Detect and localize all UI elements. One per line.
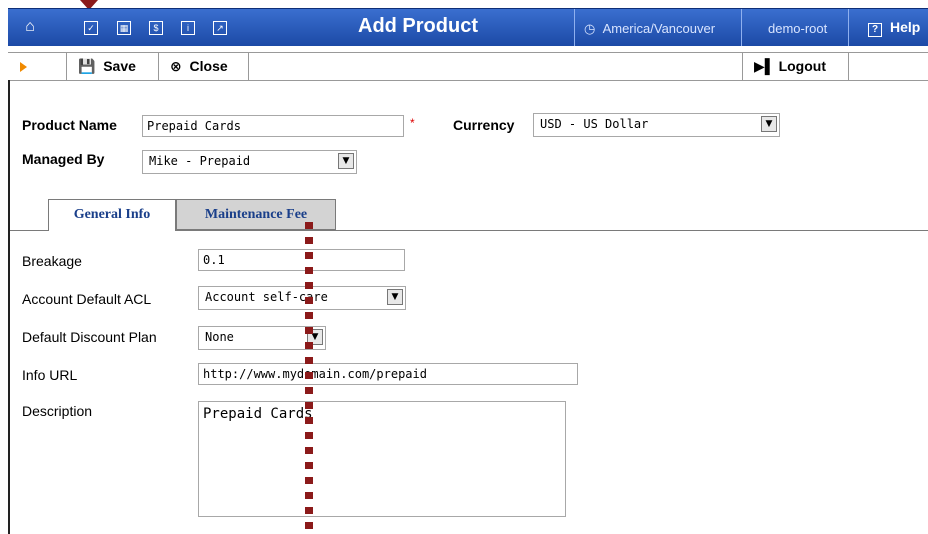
chevron-down-icon[interactable]: ▼ [387, 289, 403, 305]
floppy-icon: 💾 [78, 58, 96, 74]
page-title: Add Product [358, 15, 478, 37]
acl-select[interactable]: Account self-care ▼ [198, 286, 406, 310]
checklist-icon[interactable]: ✓ [84, 21, 98, 35]
timezone-link[interactable]: ◷ America/Vancouver [584, 21, 715, 37]
clock-icon: ◷ [584, 21, 596, 36]
discount-plan-label: Default Discount Plan [22, 329, 157, 345]
logout-icon: ▶▌ [754, 58, 775, 74]
currency-label: Currency [453, 117, 515, 133]
close-button[interactable]: ⊗ Close [170, 53, 228, 80]
header-bar: ⌂ ✓ ▦ $ i ↗ Add Product ◷ America/Vancou… [8, 8, 928, 46]
currency-select[interactable]: USD - US Dollar ▼ [533, 113, 780, 137]
description-textarea[interactable]: Prepaid Cards [198, 401, 566, 517]
user-link[interactable]: demo-root [768, 21, 827, 36]
description-label: Description [22, 403, 93, 419]
product-name-input[interactable]: Prepaid Cards [142, 115, 404, 137]
grid-icon[interactable]: ▦ [117, 21, 131, 35]
close-icon: ⊗ [170, 58, 182, 74]
tab-general-info[interactable]: General Info [48, 199, 176, 231]
dollar-icon[interactable]: $ [149, 21, 163, 35]
managed-by-label: Managed By [22, 151, 105, 167]
toolbar: 💾 Save ⊗ Close ▶▌ Logout [8, 52, 928, 81]
managed-by-select[interactable]: Mike - Prepaid ▼ [142, 150, 357, 174]
annotation-dotted-line [305, 222, 313, 534]
help-button[interactable]: ? Help [868, 19, 920, 37]
help-icon: ? [868, 23, 882, 37]
info-url-input[interactable]: http://www.mydomain.com/prepaid [198, 363, 578, 385]
home-icon[interactable]: ⌂ [22, 19, 38, 35]
logout-button[interactable]: ▶▌ Logout [754, 53, 826, 80]
info-icon[interactable]: i [181, 21, 195, 35]
acl-label: Account Default ACL [22, 291, 152, 307]
breakage-input[interactable]: 0.1 [198, 249, 405, 271]
chevron-down-icon[interactable]: ▼ [338, 153, 354, 169]
required-marker: * [410, 116, 415, 130]
chevron-down-icon[interactable]: ▼ [761, 116, 777, 132]
breakage-label: Breakage [22, 253, 82, 269]
expand-arrow-icon[interactable] [20, 62, 27, 72]
save-button[interactable]: 💾 Save [78, 53, 136, 80]
chart-icon[interactable]: ↗ [213, 21, 227, 35]
info-url-label: Info URL [22, 367, 78, 383]
product-name-label: Product Name [22, 117, 117, 133]
